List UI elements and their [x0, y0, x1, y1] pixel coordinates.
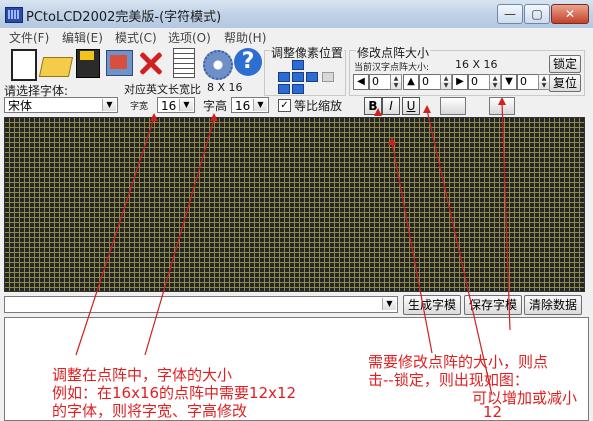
menu-edit[interactable]: 编辑(E)	[62, 29, 103, 46]
output-text-combo[interactable]: ▼	[4, 296, 398, 313]
right-annotation-line1: 需要修改点阵的大小，则点	[368, 353, 549, 371]
save-as-icon[interactable]	[104, 47, 134, 79]
chevron-down-icon: ▼	[179, 99, 193, 111]
help-icon[interactable]	[232, 47, 262, 79]
document-icon[interactable]	[168, 47, 198, 79]
generate-button[interactable]: 生成字模	[403, 295, 461, 315]
right-annotation-line2: 击--锁定，则出现如图：	[368, 371, 529, 389]
flip-horizontal-icon[interactable]	[440, 97, 466, 115]
menu-help[interactable]: 帮助(H)	[224, 29, 266, 46]
expand-left-icon[interactable]: ◀	[353, 74, 369, 90]
menu-file[interactable]: 文件(F)	[9, 29, 49, 46]
save-font-button[interactable]: 保存字模	[464, 295, 522, 315]
font-width-select[interactable]: 16 ▼	[157, 97, 195, 113]
save-icon[interactable]	[72, 47, 102, 79]
right-annotation-line4: 12	[483, 403, 503, 421]
reset-position-icon[interactable]	[322, 72, 334, 82]
maximize-button[interactable]: ▢	[524, 4, 550, 24]
menu-mode[interactable]: 模式(C)	[115, 29, 157, 46]
ascii-ratio-value: 8 X 16	[207, 81, 243, 94]
delete-icon[interactable]	[136, 47, 166, 79]
left-annotation-line1: 调整在点阵中，字体的大小	[52, 366, 233, 384]
current-matrix-caption: 当前汉字点阵大小:	[354, 63, 430, 73]
pixel-adjust-label: 调整像素位置	[270, 44, 345, 61]
expand-bottom-spinner[interactable]: ▲ ▼	[538, 74, 550, 90]
dot-matrix-grid[interactable]	[4, 117, 585, 292]
expand-left-input[interactable]: 0	[369, 74, 391, 90]
app-logo-icon	[5, 7, 23, 23]
shift-up-icon[interactable]	[292, 60, 304, 70]
shift-left-icon[interactable]	[278, 72, 290, 82]
italic-button[interactable]: I	[382, 97, 400, 115]
expand-right-spinner[interactable]: ▲ ▼	[489, 74, 501, 90]
font-width-value: 16	[161, 99, 177, 113]
expand-bottom-icon[interactable]: ▼	[501, 74, 517, 90]
chevron-down-icon: ▼	[253, 99, 267, 111]
expand-right-input[interactable]: 0	[468, 74, 490, 90]
height-caption: 字高	[203, 99, 228, 113]
annotation-arrowhead	[423, 105, 431, 113]
font-height-value: 16	[235, 99, 251, 113]
settings-gear-icon[interactable]	[200, 47, 233, 80]
font-height-select[interactable]: 16 ▼	[231, 97, 269, 113]
chevron-down-icon: ▼	[102, 99, 116, 111]
left-annotation-line3: 的字体，则将字宽、字高修改	[52, 402, 248, 420]
proportional-label: 等比缩放	[294, 99, 343, 113]
expand-bottom-input[interactable]: 0	[517, 74, 539, 90]
width-caption: 字宽	[130, 102, 149, 112]
ascii-ratio-caption: 对应英文长宽比	[124, 83, 201, 96]
current-matrix-size: 16 X 16	[455, 58, 498, 71]
font-select-value: 宋体	[8, 99, 33, 113]
title-bar: PCtoLCD2002完美版-(字符模式) — ▢ ✕	[0, 0, 593, 29]
new-file-icon[interactable]	[8, 47, 38, 81]
expand-left-spinner[interactable]: ▲ ▼	[390, 74, 402, 90]
chevron-down-icon: ▼	[382, 298, 396, 310]
open-folder-icon[interactable]	[40, 47, 70, 79]
bold-button[interactable]: B	[364, 97, 382, 115]
restore-button[interactable]: 复位	[549, 74, 581, 92]
expand-right-icon[interactable]: ▶	[452, 74, 468, 90]
window-title: PCtoLCD2002完美版-(字符模式)	[26, 10, 222, 25]
clear-data-button[interactable]: 清除数据	[524, 295, 582, 315]
underline-button[interactable]: U	[402, 97, 420, 115]
lock-button[interactable]: 锁定	[549, 55, 581, 73]
expand-top-spinner[interactable]: ▲ ▼	[440, 74, 452, 90]
proportional-checkbox[interactable]: ✓	[278, 99, 291, 112]
menu-bar: 文件(F) 编辑(E) 模式(C) 选项(O) 帮助(H)	[0, 28, 593, 45]
shift-bottom-icon[interactable]	[292, 84, 304, 94]
close-button[interactable]: ✕	[551, 4, 589, 24]
shift-top-icon[interactable]	[278, 84, 290, 94]
menu-options[interactable]: 选项(O)	[168, 29, 211, 46]
shift-down-icon[interactable]	[306, 72, 318, 82]
shift-right-icon[interactable]	[292, 72, 304, 82]
minimize-button[interactable]: —	[497, 4, 523, 24]
left-annotation-line2: 例如：在16x16的点阵中需要12x12	[52, 384, 297, 402]
font-select[interactable]: 宋体 ▼	[4, 97, 118, 113]
flip-vertical-icon[interactable]	[489, 97, 515, 115]
matrix-size-label: 修改点阵大小	[356, 44, 431, 61]
expand-top-icon[interactable]: ▲	[403, 74, 419, 90]
expand-top-input[interactable]: 0	[419, 74, 441, 90]
app-window: PCtoLCD2002完美版-(字符模式) — ▢ ✕ 文件(F) 编辑(E) …	[0, 0, 593, 421]
